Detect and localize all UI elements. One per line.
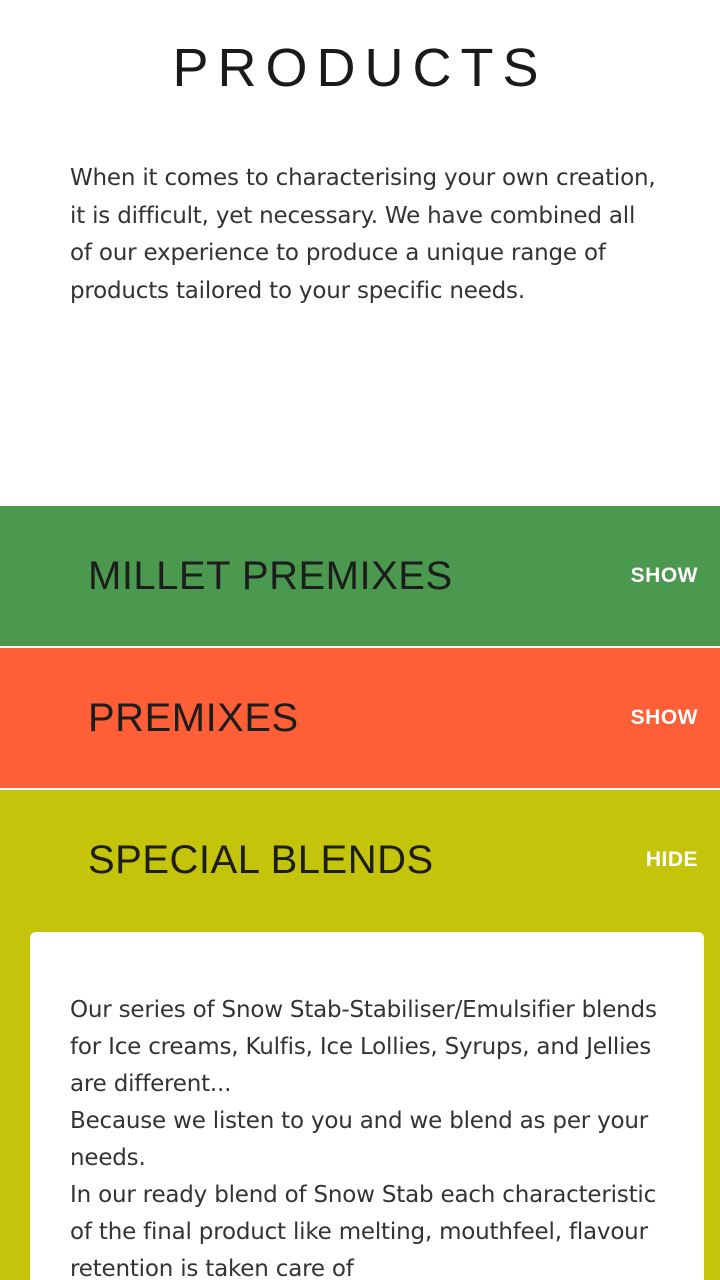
- intro-text: When it comes to characterising your own…: [70, 165, 656, 304]
- accordion-special-blends[interactable]: SPECIAL BLENDS HIDE: [0, 790, 720, 930]
- accordion-title-millet-premixes: MILLET PREMIXES: [88, 553, 453, 598]
- show-toggle-millet-premixes[interactable]: SHOW: [631, 564, 698, 588]
- hide-toggle-special-blends[interactable]: HIDE: [646, 848, 698, 872]
- accordion-premixes[interactable]: PREMIXES SHOW: [0, 648, 720, 788]
- special-blends-paragraph: In our ready blend of Snow Stab each cha…: [70, 1182, 657, 1280]
- special-blends-paragraph: Our series of Snow Stab-Stabiliser/Emuls…: [70, 997, 657, 1097]
- special-blends-paragraph: Because we listen to you and we blend as…: [70, 1108, 649, 1171]
- accordion-title-premixes: PREMIXES: [88, 695, 299, 740]
- page-title: PRODUCTS: [172, 38, 548, 98]
- accordion-millet-premixes[interactable]: MILLET PREMIXES SHOW: [0, 506, 720, 646]
- accordion-title-special-blends: SPECIAL BLENDS: [88, 837, 434, 882]
- special-blends-description: Our series of Snow Stab-Stabiliser/Emuls…: [70, 992, 670, 1280]
- show-toggle-premixes[interactable]: SHOW: [631, 706, 698, 730]
- products-page: PRODUCTS When it comes to characterising…: [0, 0, 720, 1280]
- special-blends-panel: Our series of Snow Stab-Stabiliser/Emuls…: [30, 932, 704, 1280]
